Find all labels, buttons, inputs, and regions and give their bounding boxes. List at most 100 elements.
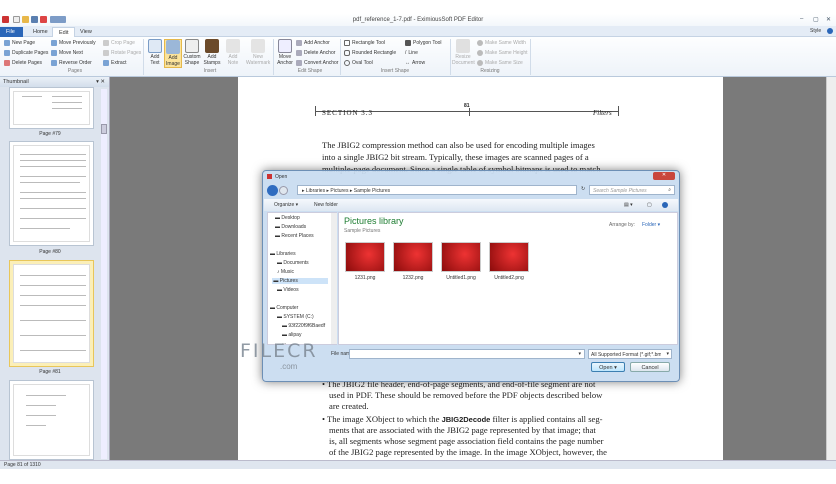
style-menu[interactable]: Style	[810, 28, 821, 34]
forward-button[interactable]	[279, 186, 288, 195]
thumbnail-page-81[interactable]	[9, 260, 94, 367]
help-icon[interactable]	[662, 202, 668, 208]
group-label-edit-shape: Edit Shape	[297, 68, 323, 74]
rotate-icon	[103, 50, 109, 56]
duplicate-pages-button[interactable]: Duplicate Pages	[4, 50, 48, 56]
line-tool-button[interactable]: / Line	[405, 50, 418, 56]
cancel-button[interactable]: Cancel	[630, 362, 670, 372]
tab-home[interactable]: Home	[27, 27, 54, 37]
nav-folder[interactable]: ▬ alipay	[282, 332, 301, 338]
image-icon	[166, 40, 180, 54]
make-same-size-button[interactable]: Make Same Size	[477, 60, 523, 66]
thumbnail-scrollbar[interactable]	[101, 89, 107, 459]
delete-anchor-button[interactable]: Delete Anchor	[296, 50, 335, 56]
file-name-input[interactable]: ▾	[349, 349, 585, 359]
convert-anchor-icon	[296, 60, 302, 66]
file-name[interactable]: 1232.png	[393, 275, 433, 281]
panel-close-icon[interactable]: ▾ ✕	[96, 79, 105, 85]
add-anchor-button[interactable]: Add Anchor	[296, 40, 330, 46]
polygon-tool-button[interactable]: Polygon Tool	[405, 40, 442, 46]
file-name[interactable]: 1231.png	[345, 275, 385, 281]
add-anchor-icon	[296, 40, 302, 46]
new-page-button[interactable]: New Page	[4, 40, 35, 46]
help-icon[interactable]	[827, 28, 833, 34]
thumbnail-page-82[interactable]	[9, 380, 94, 460]
file-thumbnail[interactable]	[393, 242, 433, 272]
nav-system-c[interactable]: ▬ SYSTEM (C:)	[277, 314, 314, 320]
move-previously-button[interactable]: Move Previously	[51, 40, 96, 46]
tab-file[interactable]: File	[0, 27, 23, 37]
same-width-icon	[477, 40, 483, 46]
reverse-icon	[51, 60, 57, 66]
rounded-rectangle-button[interactable]: Rounded Rectangle	[344, 50, 396, 56]
make-same-width-button[interactable]: Make Same Width	[477, 40, 526, 46]
oval-tool-button[interactable]: Oval Tool	[344, 60, 373, 66]
nav-desktop[interactable]: ▬ Desktop	[275, 215, 300, 221]
tab-edit[interactable]: Edit	[52, 27, 76, 37]
file-thumbnail[interactable]	[489, 242, 529, 272]
add-text-button[interactable]: Add Text	[146, 39, 164, 66]
tab-view[interactable]: View	[74, 27, 98, 37]
file-type-select[interactable]: All Supported Format (*.gif;*.bmp ▾	[588, 349, 672, 359]
crop-page-button[interactable]: Crop Page	[103, 40, 135, 46]
nav-videos[interactable]: ▬ Videos	[277, 287, 299, 293]
make-same-height-button[interactable]: Make Same Height	[477, 50, 528, 56]
rectangle-tool-button[interactable]: Rectangle Tool	[344, 40, 385, 46]
custom-shape-button[interactable]: Custom Shape	[183, 39, 201, 66]
nav-libraries[interactable]: ▬ Libraries	[270, 251, 296, 257]
scroll-thumb[interactable]	[101, 124, 107, 134]
file-thumbnail[interactable]	[345, 242, 385, 272]
note-icon	[226, 39, 240, 53]
preview-pane-icon[interactable]: ▢	[647, 202, 652, 208]
nav-scrollbar[interactable]	[331, 213, 337, 344]
add-note-button[interactable]: Add Note	[224, 39, 242, 66]
nav-downloads[interactable]: ▬ Downloads	[275, 224, 306, 230]
reverse-order-button[interactable]: Reverse Order	[51, 60, 92, 66]
add-image-button[interactable]: Add Image	[164, 39, 182, 68]
dialog-close-button[interactable]: ✕	[653, 172, 675, 180]
new-folder-button[interactable]: New folder	[314, 202, 338, 208]
thumbnail-page-79[interactable]	[9, 87, 94, 129]
minimize-icon[interactable]: –	[800, 16, 803, 22]
move-next-button[interactable]: Move Next	[51, 50, 83, 56]
thumbnail-page-80[interactable]	[9, 141, 94, 246]
rotate-pages-button[interactable]: Rotate Pages	[103, 50, 141, 56]
move-anchor-button[interactable]: Move Anchor	[276, 39, 294, 66]
view-options-icon[interactable]: ▤ ▾	[624, 202, 633, 208]
delete-pages-button[interactable]: Delete Pages	[4, 60, 42, 66]
file-name[interactable]: Untitled1.png	[441, 275, 481, 281]
nav-computer[interactable]: ▬ Computer	[270, 305, 298, 311]
nav-folder[interactable]: ▬ 93f220f9f6Baedf	[282, 323, 325, 329]
back-button[interactable]	[267, 185, 278, 196]
convert-anchor-button[interactable]: Convert Anchor	[296, 60, 338, 66]
arrange-dropdown[interactable]: Folder ▾	[642, 222, 660, 228]
refresh-icon[interactable]: ↻	[581, 186, 585, 192]
divider	[450, 39, 451, 75]
search-input[interactable]: Search Sample Pictures ⌕	[589, 185, 675, 195]
breadcrumb-sample-pictures[interactable]: Sample Pictures	[354, 188, 390, 194]
breadcrumb-pictures[interactable]: Pictures	[330, 188, 348, 194]
delete-icon	[4, 60, 10, 66]
maximize-icon[interactable]: ▢	[813, 16, 819, 23]
nav-music[interactable]: ♪ Music	[277, 269, 294, 275]
file-thumbnail[interactable]	[441, 242, 481, 272]
rounded-rectangle-icon	[344, 50, 350, 56]
organize-button[interactable]: Organize ▾	[274, 202, 298, 208]
nav-recent-places[interactable]: ▬ Recent Places	[275, 233, 314, 239]
nav-documents[interactable]: ▬ Documents	[277, 260, 309, 266]
vertical-scrollbar[interactable]	[826, 77, 836, 460]
breadcrumb-libraries[interactable]: Libraries	[306, 188, 325, 194]
new-watermark-button[interactable]: New Watermark	[246, 39, 270, 66]
bullet-item: • The image XObject to which the JBIG2De…	[322, 414, 603, 424]
open-button[interactable]: Open ▾	[591, 362, 625, 372]
resize-document-button[interactable]: Resize Document	[452, 39, 475, 66]
file-name[interactable]: Untitled2.png	[489, 275, 529, 281]
close-icon[interactable]: ✕	[826, 16, 831, 23]
text-icon	[148, 39, 162, 53]
address-bar[interactable]: ▸ Libraries ▸ Pictures ▸ Sample Pictures	[297, 185, 577, 195]
arrow-tool-button[interactable]: ↔ Arrow	[405, 60, 425, 66]
extract-button[interactable]: Extract	[103, 60, 127, 66]
add-stamps-button[interactable]: Add Stamps	[203, 39, 221, 66]
nav-pictures[interactable]: ▬ Pictures	[272, 278, 328, 284]
watermark-icon	[251, 39, 265, 53]
